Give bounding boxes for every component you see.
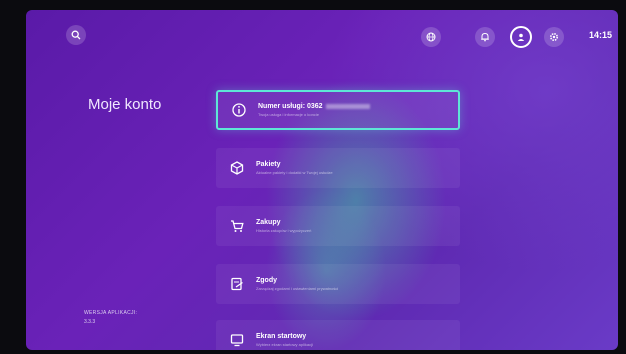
- menu-item-consents[interactable]: Zgody Zarządzaj zgodami i ustawieniami p…: [216, 264, 460, 304]
- redacted-value: [325, 103, 370, 109]
- menu-label: Zgody: [256, 277, 277, 284]
- menu-label: Ekran startowy: [256, 333, 307, 340]
- menu-item-start-screen[interactable]: Ekran startowy Wybierz ekran startowy ap…: [216, 320, 460, 350]
- app-screen: 14:15 Moje konto Numer usługi: 0362 Twoj…: [26, 10, 618, 350]
- menu-item-purchases[interactable]: Zakupy Historia zakupów i wypożyczeń: [216, 206, 460, 246]
- menu-label: Pakiety: [256, 161, 281, 168]
- consent-icon: [228, 275, 246, 293]
- menu-item-packages[interactable]: Pakiety Aktualne pakiety i dodatki w Two…: [216, 148, 460, 188]
- menu-label: Zakupy: [256, 219, 281, 226]
- screen-icon: [228, 331, 246, 349]
- clock: 14:15: [588, 30, 612, 40]
- package-icon: [228, 159, 246, 177]
- info-icon: [230, 101, 248, 119]
- menu-label: Numer usługi: 0362: [258, 103, 323, 110]
- menu-sublabel: Zarządzaj zgodami i ustawieniami prywatn…: [256, 286, 339, 291]
- bell-icon[interactable]: [475, 27, 495, 47]
- menu-sublabel: Twoja usługa i informacje o koncie: [258, 112, 319, 117]
- menu-sublabel: Aktualne pakiety i dodatki w Twojej usłu…: [256, 170, 333, 175]
- menu-sublabel: Wybierz ekran startowy aplikacji: [256, 342, 313, 347]
- menu-sublabel: Historia zakupów i wypożyczeń: [256, 228, 312, 233]
- settings-icon[interactable]: [544, 27, 564, 47]
- globe-icon[interactable]: [421, 27, 441, 47]
- account-icon[interactable]: [510, 26, 532, 48]
- cart-icon: [228, 217, 246, 235]
- menu-item-service-number[interactable]: Numer usługi: 0362 Twoja usługa i inform…: [216, 90, 460, 130]
- page-title: Moje konto: [88, 96, 162, 113]
- search-icon[interactable]: [66, 25, 86, 45]
- app-version-label: WERSJA APLIKACJI:: [84, 310, 138, 316]
- app-version-value: 3.3.3: [84, 319, 96, 325]
